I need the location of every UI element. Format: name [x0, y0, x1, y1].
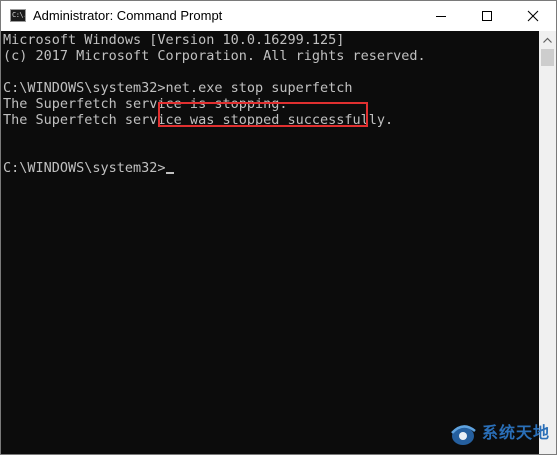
maximize-button[interactable]: [464, 1, 510, 31]
command-prompt-icon[interactable]: C:\.: [10, 9, 26, 22]
console-line-version: Microsoft Windows [Version 10.0.16299.12…: [3, 32, 345, 48]
maximize-icon: [482, 11, 492, 21]
console-line-command: C:\WINDOWS\system32>net.exe stop superfe…: [3, 80, 353, 96]
scroll-up-button[interactable]: [539, 31, 556, 48]
close-icon: [527, 10, 539, 22]
text-cursor: [165, 172, 174, 174]
minimize-button[interactable]: [418, 1, 464, 31]
scroll-up-arrow-icon: [543, 37, 552, 43]
close-button[interactable]: [510, 1, 556, 31]
console-prompt-line[interactable]: C:\WINDOWS\system32>: [3, 160, 174, 176]
watermark-logo-icon: [451, 425, 476, 445]
watermark-text: 系统天地: [482, 423, 551, 442]
window-title: Administrator: Command Prompt: [33, 8, 223, 23]
title-bar[interactable]: C:\. Administrator: Command Prompt: [1, 1, 556, 31]
vertical-scrollbar[interactable]: [539, 31, 556, 454]
command-highlight-box: [158, 102, 368, 127]
watermark: 系统天地: [446, 416, 554, 452]
console-output[interactable]: Microsoft Windows [Version 10.0.16299.12…: [1, 31, 540, 454]
console-prompt: C:\WINDOWS\system32>: [3, 160, 166, 176]
console-line-copyright: (c) 2017 Microsoft Corporation. All righ…: [3, 48, 426, 64]
command-prompt-window: C:\. Administrator: Command Prompt Micro…: [0, 0, 557, 455]
minimize-icon: [436, 16, 446, 17]
command-prompt-icon-glyph: C:\.: [12, 11, 26, 19]
scroll-thumb[interactable]: [541, 49, 554, 66]
